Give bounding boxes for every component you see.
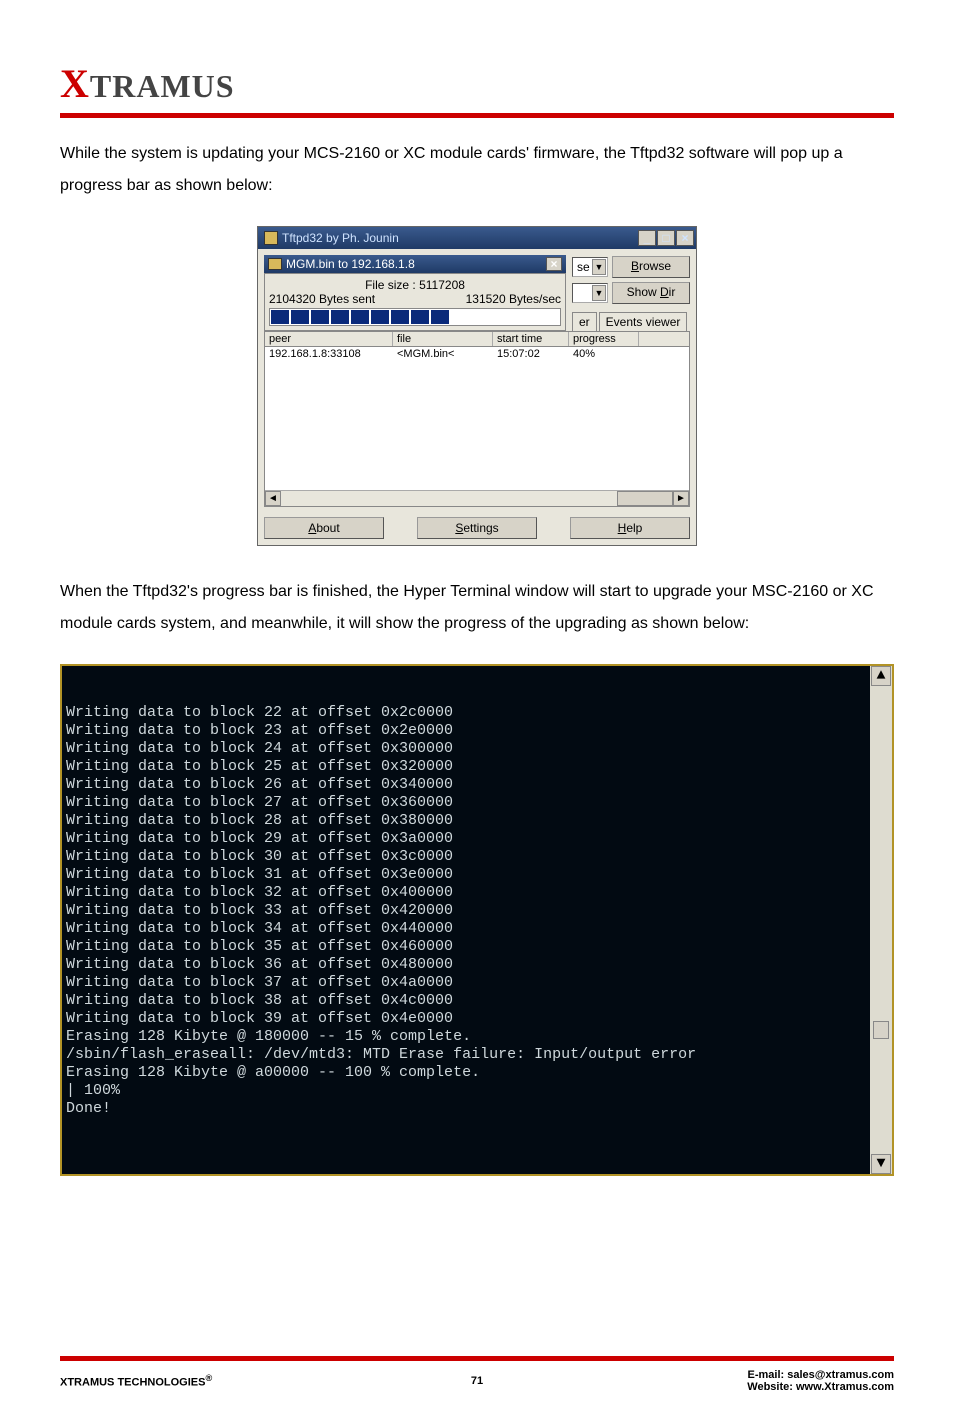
scroll-thumb[interactable] bbox=[873, 1021, 889, 1039]
intro-paragraph-1: While the system is updating your MCS-21… bbox=[60, 138, 894, 202]
terminal-window: Writing data to block 22 at offset 0x2c0… bbox=[60, 664, 894, 1176]
minimize-button[interactable]: _ bbox=[638, 230, 656, 246]
download-close-button[interactable]: × bbox=[546, 257, 562, 271]
vertical-scrollbar[interactable]: ▲ ▼ bbox=[870, 666, 892, 1174]
footer-company: XTRAMUS TECHNOLOGIES bbox=[60, 1377, 205, 1389]
scroll-right-icon[interactable]: ► bbox=[673, 491, 689, 506]
page-footer: XTRAMUS TECHNOLOGIES® 71 E-mail: sales@x… bbox=[60, 1369, 894, 1393]
bytes-sent-label: 2104320 Bytes sent bbox=[269, 292, 375, 306]
scroll-down-icon[interactable]: ▼ bbox=[871, 1154, 891, 1174]
intro-paragraph-2: When the Tftpd32's progress bar is finis… bbox=[60, 576, 894, 640]
cell-start: 15:07:02 bbox=[493, 347, 569, 361]
cell-progress: 40% bbox=[569, 347, 639, 361]
table-row[interactable]: 192.168.1.8:33108 <MGM.bin< 15:07:02 40% bbox=[265, 347, 689, 361]
cell-file: <MGM.bin< bbox=[393, 347, 493, 361]
tab-server[interactable]: er bbox=[572, 312, 597, 331]
dir-select[interactable]: ▼ bbox=[572, 283, 608, 303]
footer-rule bbox=[60, 1356, 894, 1361]
page-number: 71 bbox=[338, 1375, 616, 1387]
about-button[interactable]: About bbox=[264, 517, 384, 539]
download-icon bbox=[268, 258, 282, 270]
titlebar: Tftpd32 by Ph. Jounin _ □ × bbox=[258, 227, 696, 249]
window-title: Tftpd32 by Ph. Jounin bbox=[282, 231, 638, 245]
footer-website: www.Xtramus.com bbox=[796, 1381, 894, 1393]
browse-button[interactable]: Browse bbox=[612, 256, 690, 278]
window-icon bbox=[264, 231, 278, 245]
brand-logo: XTRAMUS bbox=[60, 60, 894, 107]
tab-events-viewer[interactable]: Events viewer bbox=[599, 312, 688, 331]
dropdown-icon: ▼ bbox=[592, 259, 606, 275]
registered-mark: ® bbox=[205, 1373, 212, 1383]
download-dialog: MGM.bin to 192.168.1.8 × File size : 511… bbox=[264, 255, 566, 331]
transfer-list: peer file start time progress 192.168.1.… bbox=[264, 331, 690, 507]
logo-x: X bbox=[60, 61, 90, 106]
show-dir-button[interactable]: Show Dir bbox=[612, 282, 690, 304]
col-file[interactable]: file bbox=[393, 332, 493, 346]
tftpd32-window: Tftpd32 by Ph. Jounin _ □ × MGM.bin to 1… bbox=[257, 226, 697, 546]
close-button[interactable]: × bbox=[676, 230, 694, 246]
scroll-up-icon[interactable]: ▲ bbox=[871, 666, 891, 686]
horizontal-scrollbar[interactable]: ◄ ► bbox=[265, 490, 689, 506]
download-title: MGM.bin to 192.168.1.8 bbox=[286, 257, 415, 271]
footer-email: sales@xtramus.com bbox=[787, 1369, 894, 1381]
col-peer[interactable]: peer bbox=[265, 332, 393, 346]
col-start-time[interactable]: start time bbox=[493, 332, 569, 346]
rate-label: 131520 Bytes/sec bbox=[466, 292, 561, 306]
progress-bar bbox=[269, 308, 561, 326]
scroll-thumb[interactable] bbox=[617, 491, 673, 506]
cell-peer: 192.168.1.8:33108 bbox=[265, 347, 393, 361]
scroll-left-icon[interactable]: ◄ bbox=[265, 491, 281, 506]
interface-select[interactable]: se ▼ bbox=[572, 257, 608, 277]
header-rule bbox=[60, 113, 894, 118]
col-progress[interactable]: progress bbox=[569, 332, 639, 346]
filesize-label: File size : 5117208 bbox=[269, 278, 561, 292]
settings-button[interactable]: Settings bbox=[417, 517, 537, 539]
help-button[interactable]: Help bbox=[570, 517, 690, 539]
dropdown-icon: ▼ bbox=[592, 285, 606, 301]
maximize-button[interactable]: □ bbox=[657, 230, 675, 246]
logo-rest: TRAMUS bbox=[90, 68, 235, 104]
